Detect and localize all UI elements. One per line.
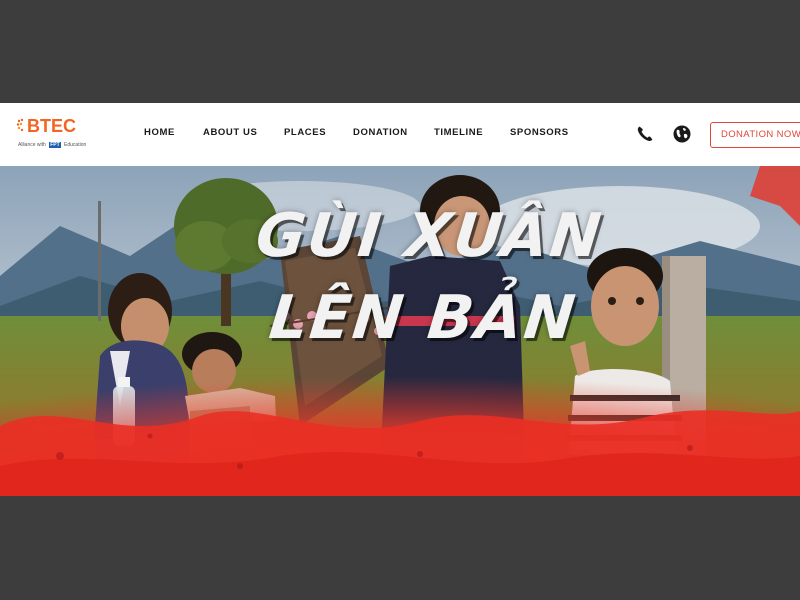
logo-tagline: Alliance with FPT Education: [18, 142, 86, 148]
hero-title-line2: LÊN BẢN: [266, 283, 581, 353]
screen-frame-bottom: [0, 496, 800, 600]
tagline-suffix: Education: [64, 142, 87, 148]
screen-frame-top: [0, 0, 800, 103]
nav-donation[interactable]: DONATION: [353, 127, 408, 138]
nav-places[interactable]: PLACES: [284, 127, 326, 138]
logo-wordmark: BTEC: [27, 116, 76, 136]
tagline-prefix: Alliance with: [18, 142, 46, 148]
nav-sponsors[interactable]: SPONSORS: [510, 127, 569, 138]
fpt-badge: FPT: [49, 142, 61, 148]
btec-logo[interactable]: BTEC Alliance with FPT Education: [16, 115, 96, 155]
site-header: BTEC Alliance with FPT Education HOME AB…: [0, 103, 800, 166]
hero-banner: GÙI XUÂN LÊN BẢN: [0, 166, 800, 496]
hero-title: GÙI XUÂN LÊN BẢN: [245, 201, 620, 353]
nav-timeline[interactable]: TIMELINE: [434, 127, 483, 138]
phone-icon[interactable]: [635, 124, 655, 144]
nav-home[interactable]: HOME: [144, 127, 175, 138]
hero-title-line1: GÙI XUÂN: [252, 201, 607, 271]
nav-about-us[interactable]: ABOUT US: [203, 127, 257, 138]
globe-icon[interactable]: [672, 124, 692, 144]
donation-now-button[interactable]: DONATION NOW: [710, 122, 800, 148]
